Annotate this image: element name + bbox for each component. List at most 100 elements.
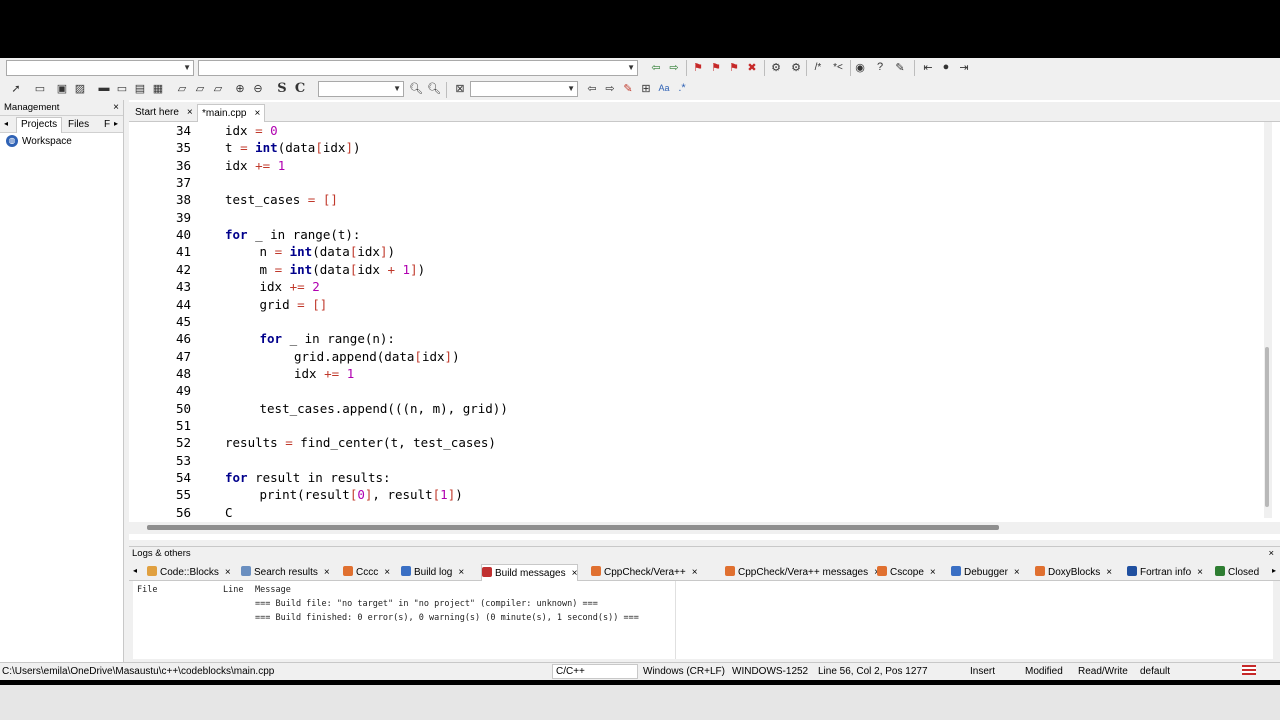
close-icon[interactable]: × xyxy=(1106,567,1112,578)
close-icon[interactable]: × xyxy=(113,100,119,115)
prev-icon[interactable]: ⇦ xyxy=(584,80,600,96)
bookmark-clear-icon[interactable]: ✖ xyxy=(744,59,760,75)
logs-tab-cccc[interactable]: Cccc × xyxy=(343,564,390,581)
logs-tab-cppcheck-vera-messages[interactable]: CppCheck/Vera++ messages× xyxy=(725,564,880,581)
list-item[interactable]: === Build file: "no target" in "no proje… xyxy=(255,599,598,609)
match-brace-icon[interactable]: ⚙ xyxy=(768,59,784,75)
code-line[interactable]: idx = 0 xyxy=(225,122,278,139)
find-symbol-icon[interactable]: 🔍︎ xyxy=(426,80,442,96)
workspace-item[interactable]: ◍ Workspace xyxy=(6,135,72,147)
block-split-icon[interactable]: ▭ xyxy=(114,80,130,96)
search-combo[interactable]: ▼ xyxy=(318,81,404,97)
goto-end-icon[interactable]: ⇥ xyxy=(956,59,972,75)
close-icon[interactable]: × xyxy=(254,108,260,119)
column-line-header[interactable]: Line xyxy=(223,585,243,595)
close-icon[interactable]: × xyxy=(384,567,390,578)
code-line[interactable]: print(result[0], result[1]) xyxy=(260,486,463,503)
logs-tab-closed[interactable]: Closed xyxy=(1215,564,1259,581)
bookmark-toggle-icon[interactable]: ⚑ xyxy=(690,59,706,75)
clear-icon[interactable]: ⊠ xyxy=(452,80,468,96)
zoom-out-icon[interactable]: ⊖ xyxy=(250,80,266,96)
next-icon[interactable]: ⇨ xyxy=(602,80,618,96)
code-line[interactable]: grid.append(data[idx]) xyxy=(294,348,460,365)
code-line[interactable]: m = int(data[idx + 1]) xyxy=(260,261,426,278)
shape-1-icon[interactable]: ▱ xyxy=(174,80,190,96)
tab-f[interactable]: F xyxy=(104,119,110,130)
tab-files[interactable]: Files xyxy=(68,119,89,130)
highlight-icon[interactable]: ✎ xyxy=(620,80,636,96)
block-icon[interactable]: ▬ xyxy=(96,80,112,96)
vertical-scroll-thumb[interactable] xyxy=(1265,347,1269,507)
logs-tab-code-blocks[interactable]: Code::Blocks × xyxy=(147,564,231,581)
settings-wrench-icon[interactable]: ✎ xyxy=(892,59,908,75)
code-line[interactable]: for _ in range(n): xyxy=(260,330,395,347)
c-button[interactable]: C xyxy=(292,80,308,96)
logs-tab-build-messages[interactable]: Build messages × xyxy=(481,564,579,581)
find-icon[interactable]: 🔍︎ xyxy=(408,80,424,96)
stream-comment-icon[interactable]: *< xyxy=(830,59,846,75)
close-icon[interactable]: × xyxy=(572,568,578,579)
close-icon[interactable]: × xyxy=(187,107,193,118)
tab-start-here[interactable]: Start here × xyxy=(131,104,197,122)
vertical-scrollbar[interactable] xyxy=(1264,122,1272,518)
code-line[interactable]: C xyxy=(225,504,233,521)
code-line[interactable]: idx += 1 xyxy=(225,157,285,174)
close-icon[interactable]: × xyxy=(692,567,698,578)
jump-back-icon[interactable]: ⇦ xyxy=(648,59,664,75)
logs-tab-cppcheck-vera-[interactable]: CppCheck/Vera++ × xyxy=(591,564,698,581)
code-line[interactable]: for _ in range(t): xyxy=(225,226,360,243)
block-list-icon[interactable]: ▤ xyxy=(132,80,148,96)
uncomment-icon[interactable]: ⚙ xyxy=(788,59,804,75)
rectangle-icon[interactable]: ▭ xyxy=(32,80,48,96)
close-icon[interactable]: × xyxy=(930,567,936,578)
logs-tab-doxyblocks[interactable]: DoxyBlocks × xyxy=(1035,564,1112,581)
column-file-header[interactable]: File xyxy=(137,585,157,595)
logs-tab-cscope[interactable]: Cscope × xyxy=(877,564,936,581)
shape-2-icon[interactable]: ▱ xyxy=(192,80,208,96)
tab-projects[interactable]: Projects xyxy=(16,117,63,133)
build-target-combo[interactable]: ▼ xyxy=(6,60,194,76)
logs-tab-search-results[interactable]: Search results × xyxy=(241,564,330,581)
tab-scroll-right-icon[interactable]: ▸ xyxy=(1272,566,1276,575)
tab-scroll-left-icon[interactable]: ◂ xyxy=(4,119,8,128)
bookmark-prev-icon[interactable]: ⚑ xyxy=(708,59,724,75)
code-text-area[interactable]: idx = 0t = int(data[idx]) idx += 1 test_ca… xyxy=(211,122,1261,522)
edit-diagram-icon[interactable]: ▨ xyxy=(72,80,88,96)
tab-scroll-left-icon[interactable]: ◂ xyxy=(133,566,137,575)
record-macro-icon[interactable]: ◉ xyxy=(852,59,868,75)
logs-tab-build-log[interactable]: Build log × xyxy=(401,564,464,581)
selection-icon[interactable]: ⊞ xyxy=(638,80,654,96)
code-line[interactable]: for result in results: xyxy=(225,469,391,486)
code-line[interactable]: n = int(data[idx]) xyxy=(260,243,396,260)
shape-3-icon[interactable]: ▱ xyxy=(210,80,226,96)
regex-icon[interactable]: .* xyxy=(674,80,690,96)
close-icon[interactable]: × xyxy=(1268,547,1274,560)
select-cursor-icon[interactable]: ➚ xyxy=(8,80,24,96)
stop-icon[interactable]: ● xyxy=(938,59,954,75)
close-icon[interactable]: × xyxy=(1197,567,1203,578)
block-grid-icon[interactable]: ▦ xyxy=(150,80,166,96)
goto-start-icon[interactable]: ⇤ xyxy=(920,59,936,75)
comment-icon[interactable]: /* xyxy=(810,59,826,75)
code-line[interactable]: test_cases = [] xyxy=(225,191,338,208)
tab-main-cpp[interactable]: *main.cpp × xyxy=(197,104,266,122)
code-line[interactable]: test_cases.append(((n, m), grid)) xyxy=(260,400,508,417)
scope-combo[interactable]: ▼ xyxy=(198,60,638,76)
match-case-icon[interactable]: Aa xyxy=(656,80,672,96)
code-line[interactable]: results = find_center(t, test_cases) xyxy=(225,434,496,451)
list-item[interactable]: === Build finished: 0 error(s), 0 warnin… xyxy=(255,613,639,623)
s-button[interactable]: S xyxy=(274,80,290,96)
close-icon[interactable]: × xyxy=(324,567,330,578)
code-line[interactable]: idx += 1 xyxy=(294,365,354,382)
language-flag-icon[interactable] xyxy=(1242,665,1256,675)
close-icon[interactable]: × xyxy=(1014,567,1020,578)
close-icon[interactable]: × xyxy=(458,567,464,578)
diagram-icon[interactable]: ▣ xyxy=(54,80,70,96)
help-icon[interactable]: ? xyxy=(872,59,888,75)
code-line[interactable]: t = int(data[idx]) xyxy=(225,139,361,156)
code-line[interactable]: grid = [] xyxy=(260,296,328,313)
horizontal-scroll-thumb[interactable] xyxy=(147,525,999,530)
logs-tab-debugger[interactable]: Debugger × xyxy=(951,564,1020,581)
bookmark-next-icon[interactable]: ⚑ xyxy=(726,59,742,75)
logs-tab-fortran-info[interactable]: Fortran info × xyxy=(1127,564,1203,581)
